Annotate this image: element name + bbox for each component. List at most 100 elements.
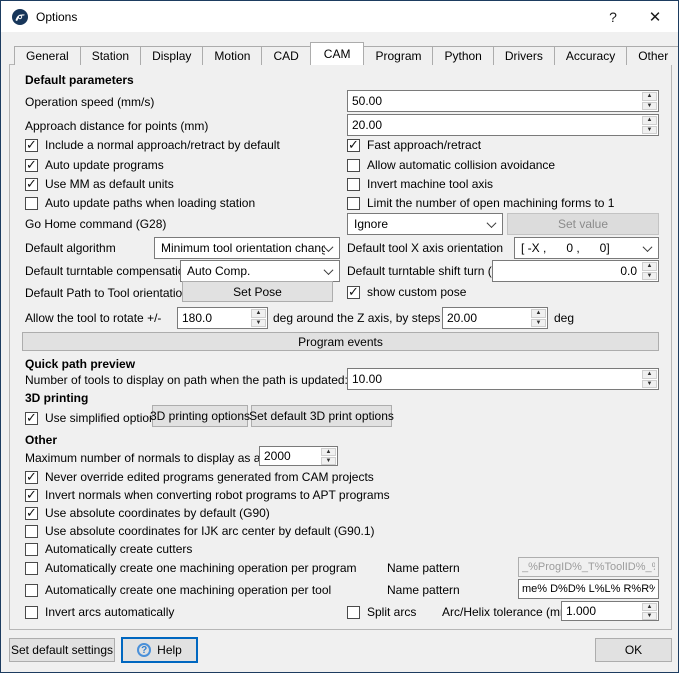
tab-python[interactable]: Python: [432, 46, 493, 65]
spin-down-icon[interactable]: ▼: [531, 319, 546, 328]
go-home-command-dropdown[interactable]: Ignore: [347, 213, 503, 235]
help-question-icon: ?: [137, 643, 151, 657]
set-default-settings-button[interactable]: Set default settings: [9, 638, 115, 662]
rotate-step-input[interactable]: [443, 308, 530, 328]
absolute-coordinates-g90-checkbox-row: Use absolute coordinates by default (G90…: [25, 505, 270, 521]
operation-speed-spinbox[interactable]: ▲ ▼: [347, 90, 659, 112]
include-normal-approach-checkbox[interactable]: [25, 139, 38, 152]
invert-arcs-checkbox[interactable]: [25, 606, 38, 619]
spin-buttons: ▲ ▼: [641, 602, 658, 620]
3d-printing-options-button[interactable]: 3D printing options: [152, 405, 248, 427]
invert-machine-tool-axis-checkbox[interactable]: [347, 178, 360, 191]
spin-down-icon[interactable]: ▼: [642, 102, 657, 111]
checkbox-label[interactable]: Never override edited programs generated…: [45, 470, 374, 484]
spin-down-icon[interactable]: ▼: [642, 272, 657, 281]
tool-x-axis-dropdown[interactable]: [ -X , 0 , 0]: [514, 237, 659, 259]
tab-motion[interactable]: Motion: [202, 46, 262, 65]
never-override-checkbox[interactable]: [25, 471, 38, 484]
tab-general[interactable]: General: [14, 46, 81, 65]
checkbox-label[interactable]: Invert arcs automatically: [45, 605, 174, 619]
spin-up-icon[interactable]: ▲: [251, 309, 266, 318]
turntable-shift-input[interactable]: [493, 261, 641, 281]
program-events-button[interactable]: Program events: [22, 332, 659, 351]
checkbox-label[interactable]: Limit the number of open machining forms…: [367, 196, 614, 210]
set-default-3d-print-options-button[interactable]: Set default 3D print options: [251, 405, 392, 427]
max-normals-spinbox[interactable]: ▲ ▼: [259, 446, 338, 466]
split-arcs-checkbox[interactable]: [347, 606, 360, 619]
operation-per-program-checkbox[interactable]: [25, 562, 38, 575]
tab-program[interactable]: Program: [363, 46, 433, 65]
checkbox-label[interactable]: Use absolute coordinates by default (G90…: [45, 506, 270, 520]
absolute-coordinates-g901-checkbox[interactable]: [25, 525, 38, 538]
ok-button[interactable]: OK: [595, 638, 672, 662]
spin-up-icon[interactable]: ▲: [531, 309, 546, 318]
arc-helix-tolerance-input[interactable]: [562, 602, 641, 620]
auto-create-cutters-checkbox[interactable]: [25, 543, 38, 556]
checkbox-label[interactable]: Fast approach/retract: [367, 138, 481, 152]
approach-distance-spinbox[interactable]: ▲ ▼: [347, 114, 659, 136]
checkbox-label[interactable]: Use simplified options: [45, 411, 162, 425]
checkbox-label[interactable]: Include a normal approach/retract by def…: [45, 138, 280, 152]
checkbox-label[interactable]: show custom pose: [367, 285, 466, 299]
use-simplified-options-checkbox[interactable]: [25, 412, 38, 425]
checkbox-label[interactable]: Automatically create one machining opera…: [45, 583, 331, 597]
limit-machining-forms-checkbox[interactable]: [347, 197, 360, 210]
checkbox-label[interactable]: Allow automatic collision avoidance: [367, 158, 555, 172]
arc-helix-tolerance-spinbox[interactable]: ▲ ▼: [561, 601, 659, 621]
rotate-degrees-input[interactable]: [178, 308, 250, 328]
spin-up-icon[interactable]: ▲: [642, 370, 657, 379]
num-tools-spinbox[interactable]: ▲ ▼: [347, 368, 659, 390]
checkbox-label[interactable]: Split arcs: [367, 605, 416, 619]
checkbox-label[interactable]: Invert machine tool axis: [367, 177, 493, 191]
operation-speed-input[interactable]: [348, 91, 641, 111]
tab-drivers[interactable]: Drivers: [493, 46, 555, 65]
window-close-button[interactable]: ✕: [634, 1, 676, 32]
approach-distance-input[interactable]: [348, 115, 641, 135]
spin-up-icon[interactable]: ▲: [642, 116, 657, 125]
use-mm-checkbox[interactable]: [25, 178, 38, 191]
collision-avoidance-checkbox[interactable]: [347, 159, 360, 172]
absolute-coordinates-g90-checkbox[interactable]: [25, 507, 38, 520]
turntable-shift-spinbox[interactable]: ▲ ▼: [492, 260, 659, 282]
name-pattern-tool-label: Name pattern: [387, 583, 460, 597]
set-pose-button[interactable]: Set Pose: [182, 281, 333, 302]
window-help-button[interactable]: ?: [592, 1, 634, 32]
tab-accuracy[interactable]: Accuracy: [554, 46, 627, 65]
checkbox-label[interactable]: Automatically create one machining opera…: [45, 561, 357, 575]
auto-update-programs-checkbox[interactable]: [25, 159, 38, 172]
rotate-degrees-spinbox[interactable]: ▲ ▼: [177, 307, 268, 329]
spin-down-icon[interactable]: ▼: [642, 612, 657, 620]
rotate-step-spinbox[interactable]: ▲ ▼: [442, 307, 548, 329]
fast-approach-checkbox[interactable]: [347, 139, 360, 152]
help-button[interactable]: ? Help: [121, 637, 198, 663]
num-tools-input[interactable]: [348, 369, 641, 389]
tab-cad[interactable]: CAD: [261, 46, 310, 65]
spin-down-icon[interactable]: ▼: [251, 319, 266, 328]
spin-up-icon[interactable]: ▲: [642, 262, 657, 271]
spin-up-icon[interactable]: ▲: [642, 92, 657, 101]
tab-display[interactable]: Display: [140, 46, 203, 65]
checkbox-label[interactable]: Use absolute coordinates for IJK arc cen…: [45, 524, 375, 538]
spin-down-icon[interactable]: ▼: [642, 126, 657, 135]
spin-down-icon[interactable]: ▼: [642, 380, 657, 389]
tab-station[interactable]: Station: [80, 46, 141, 65]
tab-cam[interactable]: CAM: [310, 42, 365, 65]
spin-up-icon[interactable]: ▲: [321, 448, 336, 456]
checkbox-label[interactable]: Automatically create cutters: [45, 542, 192, 556]
tab-other[interactable]: Other: [626, 46, 679, 65]
invert-normals-checkbox[interactable]: [25, 489, 38, 502]
checkbox-label[interactable]: Auto update paths when loading station: [45, 196, 255, 210]
turntable-compensation-dropdown[interactable]: Auto Comp.: [180, 260, 340, 282]
show-custom-pose-checkbox[interactable]: [347, 286, 360, 299]
name-pattern-tool-input[interactable]: [519, 580, 658, 598]
spin-down-icon[interactable]: ▼: [321, 457, 336, 465]
checkbox-label[interactable]: Use MM as default units: [45, 177, 174, 191]
name-pattern-tool-field[interactable]: [518, 579, 659, 599]
checkbox-label[interactable]: Invert normals when converting robot pro…: [45, 488, 390, 502]
operation-per-tool-checkbox[interactable]: [25, 584, 38, 597]
auto-update-paths-checkbox[interactable]: [25, 197, 38, 210]
spin-up-icon[interactable]: ▲: [642, 603, 657, 611]
checkbox-label[interactable]: Auto update programs: [45, 158, 164, 172]
default-algorithm-dropdown[interactable]: Minimum tool orientation change: [154, 237, 340, 259]
max-normals-input[interactable]: [260, 447, 320, 465]
